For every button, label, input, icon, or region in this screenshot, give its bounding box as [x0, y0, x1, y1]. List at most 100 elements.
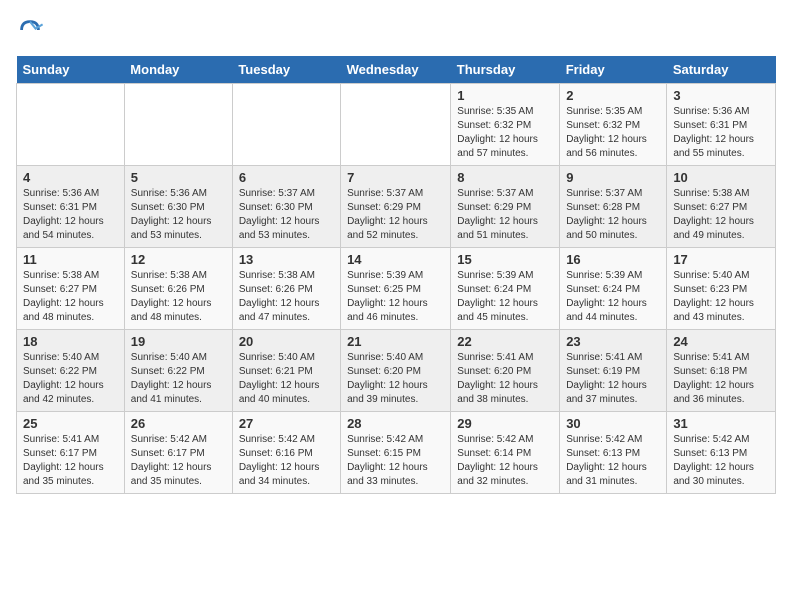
day-info: Sunrise: 5:39 AM Sunset: 6:25 PM Dayligh… — [347, 269, 444, 325]
day-number: 29 — [457, 416, 553, 431]
day-info: Sunrise: 5:41 AM Sunset: 6:20 PM Dayligh… — [457, 351, 553, 407]
calendar-cell: 23 Sunrise: 5:41 AM Sunset: 6:19 PM Dayli… — [560, 330, 667, 412]
day-info: Sunrise: 5:37 AM Sunset: 6:28 PM Dayligh… — [566, 187, 660, 243]
calendar-cell: 4Sunrise: 5:36 AM Sunset: 6:31 PM Daylig… — [17, 166, 125, 248]
day-info: Sunrise: 5:36 AM Sunset: 6:31 PM Dayligh… — [673, 105, 769, 161]
header-monday: Monday — [124, 56, 232, 84]
day-info: Sunrise: 5:41 AM Sunset: 6:17 PM Dayligh… — [23, 433, 118, 489]
calendar-cell: 19 Sunrise: 5:40 AM Sunset: 6:22 PM Dayli… — [124, 330, 232, 412]
day-number: 11 — [23, 252, 118, 267]
day-number: 2 — [566, 88, 660, 103]
header-wednesday: Wednesday — [341, 56, 451, 84]
day-info: Sunrise: 5:41 AM Sunset: 6:19 PM Dayligh… — [566, 351, 660, 407]
calendar-cell: 17Sunrise: 5:40 AM Sunset: 6:23 PM Dayli… — [667, 248, 776, 330]
calendar-cell: 28 Sunrise: 5:42 AM Sunset: 6:15 PM Dayli… — [341, 412, 451, 494]
calendar-cell: 13 Sunrise: 5:38 AM Sunset: 6:26 PM Dayli… — [232, 248, 340, 330]
day-number: 7 — [347, 170, 444, 185]
calendar-cell: 24 Sunrise: 5:41 AM Sunset: 6:18 PM Dayli… — [667, 330, 776, 412]
day-info: Sunrise: 5:42 AM Sunset: 6:17 PM Dayligh… — [131, 433, 226, 489]
day-info: Sunrise: 5:39 AM Sunset: 6:24 PM Dayligh… — [566, 269, 660, 325]
calendar-cell — [232, 84, 340, 166]
calendar-cell: 7 Sunrise: 5:37 AM Sunset: 6:29 PM Daylig… — [341, 166, 451, 248]
calendar-cell: 21 Sunrise: 5:40 AM Sunset: 6:20 PM Dayli… — [341, 330, 451, 412]
calendar-cell: 20 Sunrise: 5:40 AM Sunset: 6:21 PM Dayli… — [232, 330, 340, 412]
day-number: 27 — [239, 416, 334, 431]
day-number: 20 — [239, 334, 334, 349]
header-tuesday: Tuesday — [232, 56, 340, 84]
day-number: 4 — [23, 170, 118, 185]
header-friday: Friday — [560, 56, 667, 84]
calendar-cell: 6 Sunrise: 5:37 AM Sunset: 6:30 PM Daylig… — [232, 166, 340, 248]
day-info: Sunrise: 5:38 AM Sunset: 6:27 PM Dayligh… — [673, 187, 769, 243]
day-number: 19 — [131, 334, 226, 349]
day-info: Sunrise: 5:40 AM Sunset: 6:23 PM Dayligh… — [673, 269, 769, 325]
header-saturday: Saturday — [667, 56, 776, 84]
day-info: Sunrise: 5:42 AM Sunset: 6:13 PM Dayligh… — [673, 433, 769, 489]
day-info: Sunrise: 5:35 AM Sunset: 6:32 PM Dayligh… — [457, 105, 553, 161]
logo-icon — [16, 16, 44, 44]
calendar-cell — [124, 84, 232, 166]
calendar-week-5: 25 Sunrise: 5:41 AM Sunset: 6:17 PM Dayli… — [17, 412, 776, 494]
calendar-week-4: 18 Sunrise: 5:40 AM Sunset: 6:22 PM Dayli… — [17, 330, 776, 412]
header-sunday: Sunday — [17, 56, 125, 84]
day-info: Sunrise: 5:37 AM Sunset: 6:30 PM Dayligh… — [239, 187, 334, 243]
day-info: Sunrise: 5:41 AM Sunset: 6:18 PM Dayligh… — [673, 351, 769, 407]
calendar-cell: 11 Sunrise: 5:38 AM Sunset: 6:27 PM Dayli… — [17, 248, 125, 330]
day-number: 8 — [457, 170, 553, 185]
day-info: Sunrise: 5:39 AM Sunset: 6:24 PM Dayligh… — [457, 269, 553, 325]
day-number: 13 — [239, 252, 334, 267]
day-number: 23 — [566, 334, 660, 349]
calendar-week-3: 11 Sunrise: 5:38 AM Sunset: 6:27 PM Dayli… — [17, 248, 776, 330]
day-number: 25 — [23, 416, 118, 431]
calendar-cell: 26 Sunrise: 5:42 AM Sunset: 6:17 PM Dayli… — [124, 412, 232, 494]
day-number: 15 — [457, 252, 553, 267]
calendar-cell: 25 Sunrise: 5:41 AM Sunset: 6:17 PM Dayli… — [17, 412, 125, 494]
day-info: Sunrise: 5:38 AM Sunset: 6:27 PM Dayligh… — [23, 269, 118, 325]
calendar-cell: 1Sunrise: 5:35 AM Sunset: 6:32 PM Daylig… — [451, 84, 560, 166]
calendar-week-1: 1Sunrise: 5:35 AM Sunset: 6:32 PM Daylig… — [17, 84, 776, 166]
calendar-cell: 14 Sunrise: 5:39 AM Sunset: 6:25 PM Dayli… — [341, 248, 451, 330]
calendar-cell: 31 Sunrise: 5:42 AM Sunset: 6:13 PM Dayli… — [667, 412, 776, 494]
header — [16, 16, 776, 44]
day-number: 31 — [673, 416, 769, 431]
day-number: 22 — [457, 334, 553, 349]
day-number: 10 — [673, 170, 769, 185]
day-info: Sunrise: 5:36 AM Sunset: 6:30 PM Dayligh… — [131, 187, 226, 243]
day-number: 26 — [131, 416, 226, 431]
header-thursday: Thursday — [451, 56, 560, 84]
day-info: Sunrise: 5:37 AM Sunset: 6:29 PM Dayligh… — [457, 187, 553, 243]
day-number: 12 — [131, 252, 226, 267]
day-info: Sunrise: 5:40 AM Sunset: 6:20 PM Dayligh… — [347, 351, 444, 407]
day-number: 14 — [347, 252, 444, 267]
calendar-cell: 12 Sunrise: 5:38 AM Sunset: 6:26 PM Dayli… — [124, 248, 232, 330]
day-number: 6 — [239, 170, 334, 185]
day-number: 24 — [673, 334, 769, 349]
day-info: Sunrise: 5:38 AM Sunset: 6:26 PM Dayligh… — [131, 269, 226, 325]
day-number: 16 — [566, 252, 660, 267]
day-info: Sunrise: 5:40 AM Sunset: 6:21 PM Dayligh… — [239, 351, 334, 407]
day-number: 5 — [131, 170, 226, 185]
day-info: Sunrise: 5:42 AM Sunset: 6:14 PM Dayligh… — [457, 433, 553, 489]
day-number: 30 — [566, 416, 660, 431]
day-info: Sunrise: 5:42 AM Sunset: 6:15 PM Dayligh… — [347, 433, 444, 489]
calendar-header-row: SundayMondayTuesdayWednesdayThursdayFrid… — [17, 56, 776, 84]
day-info: Sunrise: 5:40 AM Sunset: 6:22 PM Dayligh… — [131, 351, 226, 407]
calendar-cell — [17, 84, 125, 166]
logo — [16, 16, 48, 44]
calendar-table: SundayMondayTuesdayWednesdayThursdayFrid… — [16, 56, 776, 494]
calendar-cell: 30 Sunrise: 5:42 AM Sunset: 6:13 PM Dayli… — [560, 412, 667, 494]
day-number: 18 — [23, 334, 118, 349]
calendar-cell: 10 Sunrise: 5:38 AM Sunset: 6:27 PM Dayli… — [667, 166, 776, 248]
day-info: Sunrise: 5:37 AM Sunset: 6:29 PM Dayligh… — [347, 187, 444, 243]
day-number: 21 — [347, 334, 444, 349]
day-number: 9 — [566, 170, 660, 185]
calendar-cell: 27 Sunrise: 5:42 AM Sunset: 6:16 PM Dayli… — [232, 412, 340, 494]
calendar-cell: 16 Sunrise: 5:39 AM Sunset: 6:24 PM Dayli… — [560, 248, 667, 330]
day-info: Sunrise: 5:40 AM Sunset: 6:22 PM Dayligh… — [23, 351, 118, 407]
day-number: 28 — [347, 416, 444, 431]
day-info: Sunrise: 5:42 AM Sunset: 6:16 PM Dayligh… — [239, 433, 334, 489]
calendar-cell: 18 Sunrise: 5:40 AM Sunset: 6:22 PM Dayli… — [17, 330, 125, 412]
day-info: Sunrise: 5:35 AM Sunset: 6:32 PM Dayligh… — [566, 105, 660, 161]
day-info: Sunrise: 5:42 AM Sunset: 6:13 PM Dayligh… — [566, 433, 660, 489]
day-info: Sunrise: 5:38 AM Sunset: 6:26 PM Dayligh… — [239, 269, 334, 325]
